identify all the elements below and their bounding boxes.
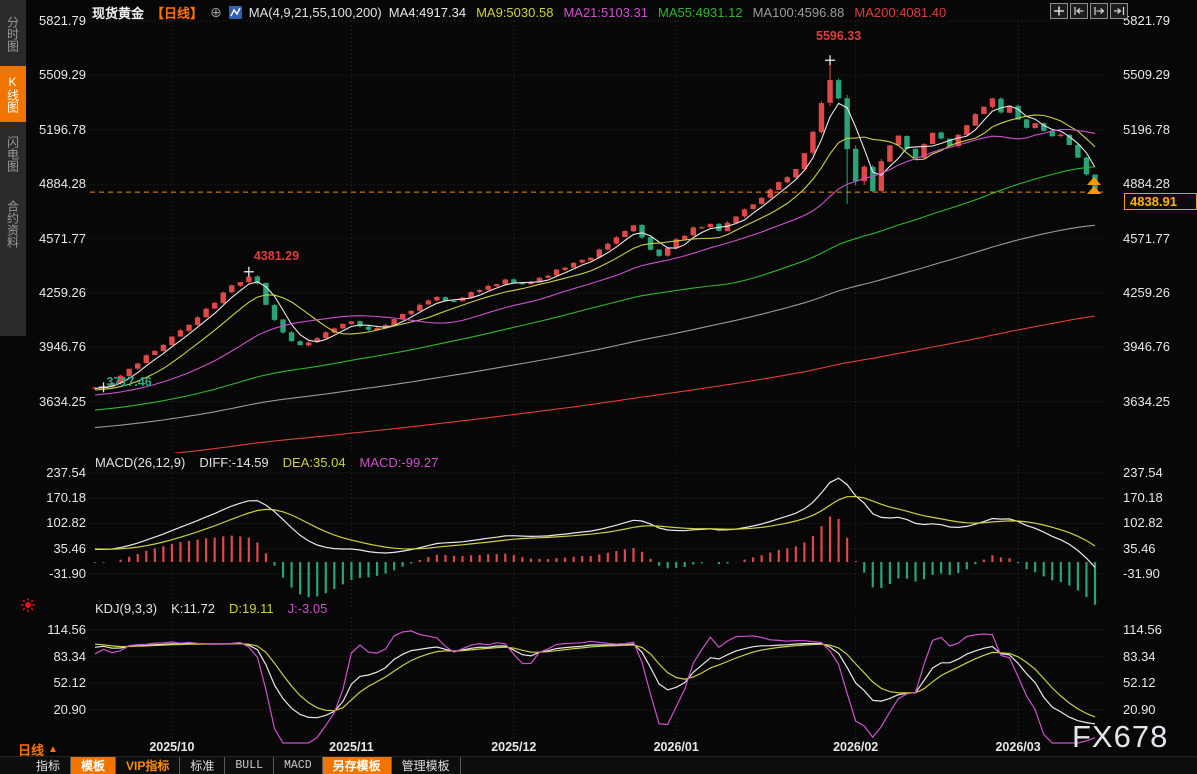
- x-axis-date-label: 2026/03: [986, 740, 1050, 754]
- macd-axis-label: -31.90: [1123, 567, 1195, 581]
- macd-dea-value: DEA:35.04: [283, 455, 346, 470]
- shift-right-icon[interactable]: [1110, 3, 1128, 19]
- price-axis-label: 5509.29: [26, 68, 86, 82]
- kdj-axis-label: 83.34: [26, 650, 86, 664]
- macd-axis-label: 35.46: [26, 542, 86, 556]
- macd-axis-label: 170.18: [26, 491, 86, 505]
- toolbar-item-5[interactable]: BULL: [225, 757, 274, 774]
- kdj-axis-label: 83.34: [1123, 650, 1195, 664]
- ma-indicator-icon[interactable]: [229, 6, 242, 19]
- labels-overlay: 5596.33 4381.29 3717.46 5821.79 5821.79 5509.…: [0, 0, 1197, 774]
- price-axis-label: 5821.79: [1123, 14, 1195, 28]
- period-tag: 【日线】: [151, 3, 203, 22]
- x-axis-date-label: 2025/11: [319, 740, 383, 754]
- add-indicator-icon[interactable]: ⊕: [210, 5, 222, 19]
- price-axis-label: 4884.28: [1123, 177, 1195, 191]
- price-axis-label: 5509.29: [1123, 68, 1195, 82]
- expand-xaxis-icon[interactable]: [1090, 3, 1108, 19]
- chart-type-sidebar: 分时图 K线图闪电图合约资料: [0, 0, 26, 774]
- price-axis-label: 3634.25: [1123, 395, 1195, 409]
- macd-axis-label: 35.46: [1123, 542, 1195, 556]
- trading-terminal: 5596.33 4381.29 3717.46 5821.79 5821.79 5509.…: [0, 0, 1197, 774]
- sidebar-tab-2[interactable]: K线图: [0, 66, 26, 122]
- kdj-panel-header: KDJ(9,3,3) K:11.72 D:19.11 J:-3.05: [95, 601, 327, 616]
- price-annotation: 5596.33: [816, 29, 861, 43]
- fx678-watermark: FX678: [1072, 719, 1168, 755]
- x-axis-date-label: 2025/12: [482, 740, 546, 754]
- ma-legend: MA4:4917.34 MA9:5030.58 MA21:5103.31 MA55:4…: [389, 5, 946, 20]
- toolbar-item-3[interactable]: VIP指标: [116, 757, 180, 774]
- kdj-axis-label: 114.56: [1123, 623, 1195, 637]
- ma-readout: MA21:5103.31: [563, 5, 648, 20]
- kdj-axis-label: 52.12: [1123, 676, 1195, 690]
- toolbar-item-4[interactable]: 标准: [180, 757, 225, 774]
- price-axis-label: 4259.26: [1123, 286, 1195, 300]
- symbol-title: 现货黄金: [92, 3, 144, 22]
- price-annotation: 3717.46: [107, 375, 152, 389]
- sidebar-tab-1[interactable]: 分时图: [0, 6, 26, 62]
- ma-readout: MA4:4917.34: [389, 5, 466, 20]
- ma-readout: MA55:4931.12: [658, 5, 743, 20]
- kdj-axis-label: 20.90: [26, 703, 86, 717]
- sidebar-tab-3[interactable]: 闪电图: [0, 126, 26, 182]
- chevron-up-icon: ▲: [48, 744, 58, 755]
- x-axis-date-label: 2026/02: [824, 740, 888, 754]
- chart-toolbar-icons: [1050, 3, 1128, 19]
- toolbar-item-7[interactable]: 另存模板: [323, 757, 392, 774]
- kdj-axis-label: 114.56: [26, 623, 86, 637]
- sidebar-tab-4[interactable]: 合约资料: [0, 186, 26, 262]
- live-blink-icon: [20, 597, 36, 613]
- toolbar-item-8[interactable]: 管理模板: [392, 757, 461, 774]
- x-axis-date-label: 2026/01: [644, 740, 708, 754]
- ma-settings-label: MA(4,9,21,55,100,200): [249, 5, 382, 20]
- macd-bar-value: MACD:-99.27: [360, 455, 439, 470]
- kdj-axis-label: 20.90: [1123, 703, 1195, 717]
- move-tool-icon[interactable]: [1050, 3, 1068, 19]
- price-annotation: 4381.29: [254, 249, 299, 263]
- toolbar-item-6[interactable]: MACD: [274, 757, 323, 774]
- ma-readout: MA100:4596.88: [753, 5, 845, 20]
- x-axis-date-label: 2025/10: [140, 740, 204, 754]
- price-axis-label: 4259.26: [26, 286, 86, 300]
- bottom-toolbar: 指标模板VIP指标标准BULLMACD另存模板管理模板: [0, 756, 1197, 774]
- macd-axis-label: 102.82: [26, 516, 86, 530]
- kdj-k-value: K:11.72: [171, 601, 215, 616]
- toolbar-item-1[interactable]: 指标: [26, 757, 71, 774]
- kdj-j-value: J:-3.05: [288, 601, 328, 616]
- price-axis-label: 5196.78: [26, 123, 86, 137]
- price-axis-label: 3946.76: [1123, 340, 1195, 354]
- price-axis-label: 3946.76: [26, 340, 86, 354]
- macd-title: MACD(26,12,9): [95, 455, 185, 470]
- kdj-d-value: D:19.11: [229, 601, 274, 616]
- price-axis-label: 5196.78: [1123, 123, 1195, 137]
- macd-axis-label: 237.54: [26, 466, 86, 480]
- price-axis-label: 4571.77: [26, 232, 86, 246]
- price-axis-label: 5821.79: [26, 14, 86, 28]
- macd-panel-header: MACD(26,12,9) DIFF:-14.59 DEA:35.04 MACD…: [95, 455, 438, 470]
- ma-readout: MA9:5030.58: [476, 5, 553, 20]
- macd-diff-value: DIFF:-14.59: [199, 455, 268, 470]
- compress-xaxis-icon[interactable]: [1070, 3, 1088, 19]
- toolbar-item-2[interactable]: 模板: [71, 757, 116, 774]
- macd-axis-label: 102.82: [1123, 516, 1195, 530]
- kdj-title: KDJ(9,3,3): [95, 601, 157, 616]
- macd-axis-label: 170.18: [1123, 491, 1195, 505]
- kdj-axis-label: 52.12: [26, 676, 86, 690]
- chart-header: 现货黄金 【日线】 ⊕ MA(4,9,21,55,100,200) MA4:49…: [92, 4, 946, 20]
- last-price-tag: 4838.91: [1124, 193, 1197, 210]
- price-axis-label: 4884.28: [26, 177, 86, 191]
- price-axis-label: 3634.25: [26, 395, 86, 409]
- macd-axis-label: -31.90: [26, 567, 86, 581]
- ma-readout: MA200:4081.40: [854, 5, 946, 20]
- price-axis-label: 4571.77: [1123, 232, 1195, 246]
- macd-axis-label: 237.54: [1123, 466, 1195, 480]
